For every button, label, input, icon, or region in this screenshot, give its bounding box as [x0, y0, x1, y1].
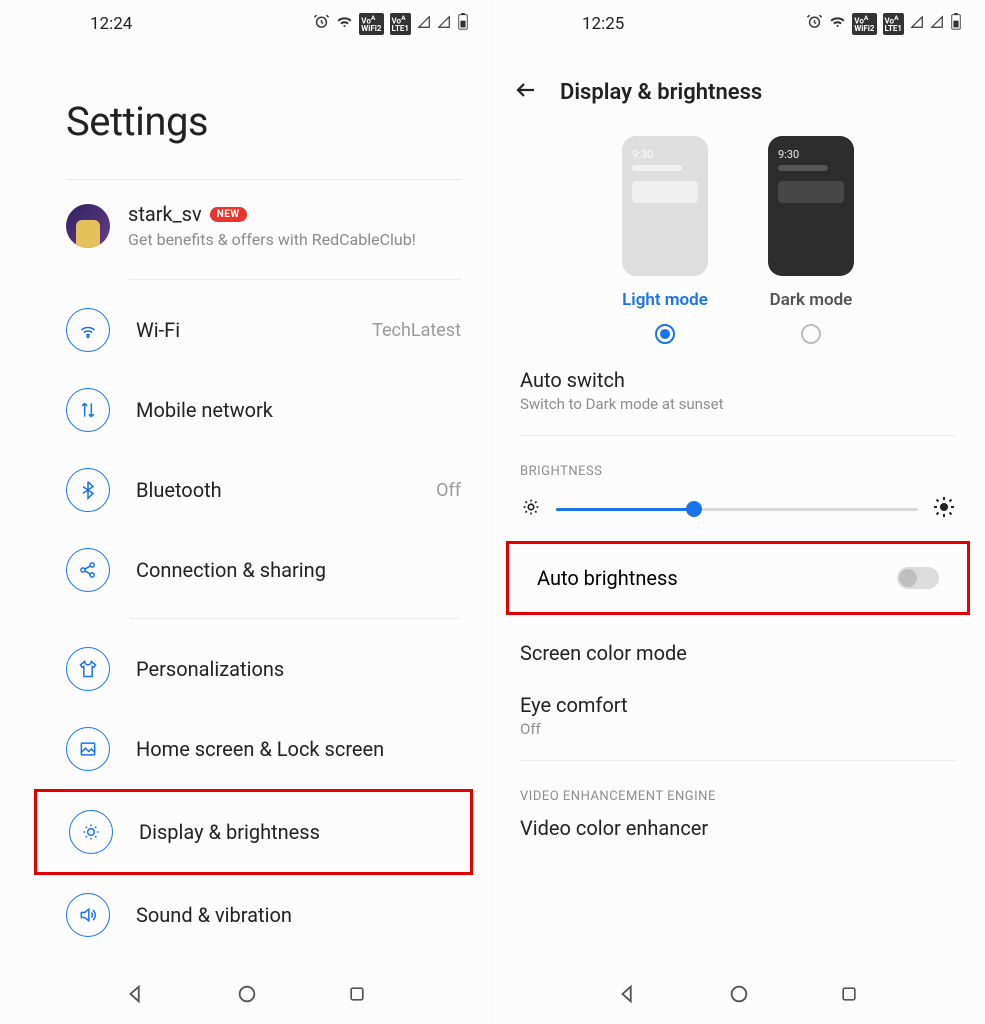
radio-unselected-icon[interactable]: [801, 324, 821, 344]
signal-icon: [437, 14, 451, 34]
divider: [520, 760, 956, 761]
page-title: Settings: [0, 48, 491, 179]
nav-back-icon[interactable]: [617, 983, 639, 1009]
settings-item-label: Sound & vibration: [136, 903, 461, 927]
slider-track[interactable]: [556, 508, 918, 511]
status-bar: 12:25 VoAWiFi2 VoALTE1: [492, 0, 984, 48]
theme-mode-selector: 9:30 Light mode 9:30 Dark mode: [492, 124, 984, 354]
status-bar: 12:24 VoAWiFi2 VoALTE1: [0, 0, 491, 48]
nav-home-icon[interactable]: [236, 983, 258, 1009]
settings-item-label: Bluetooth: [136, 478, 410, 502]
vowifi-badge: VoAWiFi2: [852, 13, 876, 36]
settings-item-label: Personalizations: [136, 657, 461, 681]
bluetooth-icon: [66, 468, 110, 512]
wifi-icon: [336, 13, 353, 35]
signal-icon: [930, 14, 944, 34]
nav-bar: [0, 968, 491, 1024]
settings-item-label: Connection & sharing: [136, 558, 461, 582]
setting-title: Screen color mode: [520, 641, 956, 665]
signal-icon: [910, 14, 924, 34]
light-mode-option[interactable]: 9:30 Light mode: [622, 136, 708, 344]
nav-home-icon[interactable]: [728, 983, 750, 1009]
sound-icon: [66, 893, 110, 937]
new-badge: NEW: [210, 207, 247, 222]
settings-item-value: TechLatest: [372, 320, 461, 341]
signal-icon: [417, 14, 431, 34]
brightness-icon: [69, 810, 113, 854]
mobile-data-icon: [66, 388, 110, 432]
wifi-icon: [66, 308, 110, 352]
mode-label: Dark mode: [770, 290, 853, 310]
phone-settings: 12:24 VoAWiFi2 VoALTE1 Settings stark_sv…: [0, 0, 492, 1024]
alarm-icon: [313, 13, 330, 35]
volte-badge: VoALTE1: [883, 13, 905, 36]
slider-thumb[interactable]: [686, 501, 702, 517]
toggle-off[interactable]: [897, 567, 939, 589]
volte-badge: VoALTE1: [390, 13, 412, 36]
divider: [130, 279, 461, 280]
alarm-icon: [806, 13, 823, 35]
setting-subtitle: Off: [520, 720, 956, 738]
setting-auto-brightness[interactable]: Auto brightness: [506, 541, 970, 615]
setting-screen-color[interactable]: Screen color mode: [492, 619, 984, 679]
setting-title: Eye comfort: [520, 693, 956, 717]
setting-subtitle: Switch to Dark mode at sunset: [520, 395, 956, 413]
nav-recent-icon[interactable]: [347, 984, 367, 1008]
dark-mode-option[interactable]: 9:30 Dark mode: [768, 136, 854, 344]
nav-back-icon[interactable]: [125, 983, 147, 1009]
nav-bar: [492, 968, 984, 1024]
battery-icon: [950, 13, 962, 35]
setting-eye-comfort[interactable]: Eye comfort Off: [492, 679, 984, 752]
status-icons: VoAWiFi2 VoALTE1: [806, 13, 962, 36]
vowifi-badge: VoAWiFi2: [359, 13, 383, 36]
settings-item-personalizations[interactable]: Personalizations: [0, 629, 491, 709]
settings-item-label: Display & brightness: [139, 820, 440, 844]
battery-icon: [457, 13, 469, 35]
settings-item-sound-vibration[interactable]: Sound & vibration: [0, 875, 491, 955]
page-title: Display & brightness: [560, 80, 762, 105]
divider: [520, 435, 956, 436]
nav-recent-icon[interactable]: [839, 984, 859, 1008]
settings-item-value: Off: [436, 480, 461, 501]
phone-display-brightness: 12:25 VoAWiFi2 VoALTE1 Display & brightn…: [492, 0, 984, 1024]
light-preview: 9:30: [622, 136, 708, 276]
settings-item-home-lock[interactable]: Home screen & Lock screen: [0, 709, 491, 789]
setting-title: Auto switch: [520, 368, 956, 392]
brightness-slider[interactable]: [492, 487, 984, 537]
setting-title: Auto brightness: [537, 566, 678, 590]
back-icon[interactable]: [514, 78, 538, 106]
mode-label: Light mode: [622, 290, 708, 310]
settings-item-label: Mobile network: [136, 398, 461, 422]
username: stark_sv: [128, 202, 202, 226]
settings-item-label: Home screen & Lock screen: [136, 737, 461, 761]
setting-video-enhancer[interactable]: Video color enhancer: [492, 812, 984, 854]
radio-selected-icon[interactable]: [655, 324, 675, 344]
dark-preview: 9:30: [768, 136, 854, 276]
setting-auto-switch[interactable]: Auto switch Switch to Dark mode at sunse…: [492, 354, 984, 427]
status-time: 12:24: [90, 14, 132, 34]
shirt-icon: [66, 647, 110, 691]
settings-item-bluetooth[interactable]: Bluetooth Off: [0, 450, 491, 530]
settings-item-label: Wi-Fi: [136, 318, 346, 342]
settings-item-connection-sharing[interactable]: Connection & sharing: [0, 530, 491, 610]
divider: [130, 618, 461, 619]
page-header: Display & brightness: [492, 48, 984, 124]
settings-item-display-brightness[interactable]: Display & brightness: [34, 789, 473, 875]
status-time: 12:25: [582, 14, 624, 34]
settings-item-wifi[interactable]: Wi-Fi TechLatest: [0, 290, 491, 370]
picture-icon: [66, 727, 110, 771]
share-icon: [66, 548, 110, 592]
wifi-icon: [829, 13, 846, 35]
status-icons: VoAWiFi2 VoALTE1: [313, 13, 469, 36]
settings-item-mobile-network[interactable]: Mobile network: [0, 370, 491, 450]
brightness-high-icon: [932, 495, 956, 523]
account-subtitle: Get benefits & offers with RedCableClub!: [128, 230, 416, 249]
brightness-low-icon: [520, 496, 542, 522]
account-row[interactable]: stark_sv NEW Get benefits & offers with …: [0, 180, 491, 271]
setting-title: Video color enhancer: [520, 816, 956, 840]
section-label-brightness: BRIGHTNESS: [492, 444, 984, 487]
section-label-video: VIDEO ENHANCEMENT ENGINE: [492, 769, 984, 812]
avatar: [66, 204, 110, 248]
